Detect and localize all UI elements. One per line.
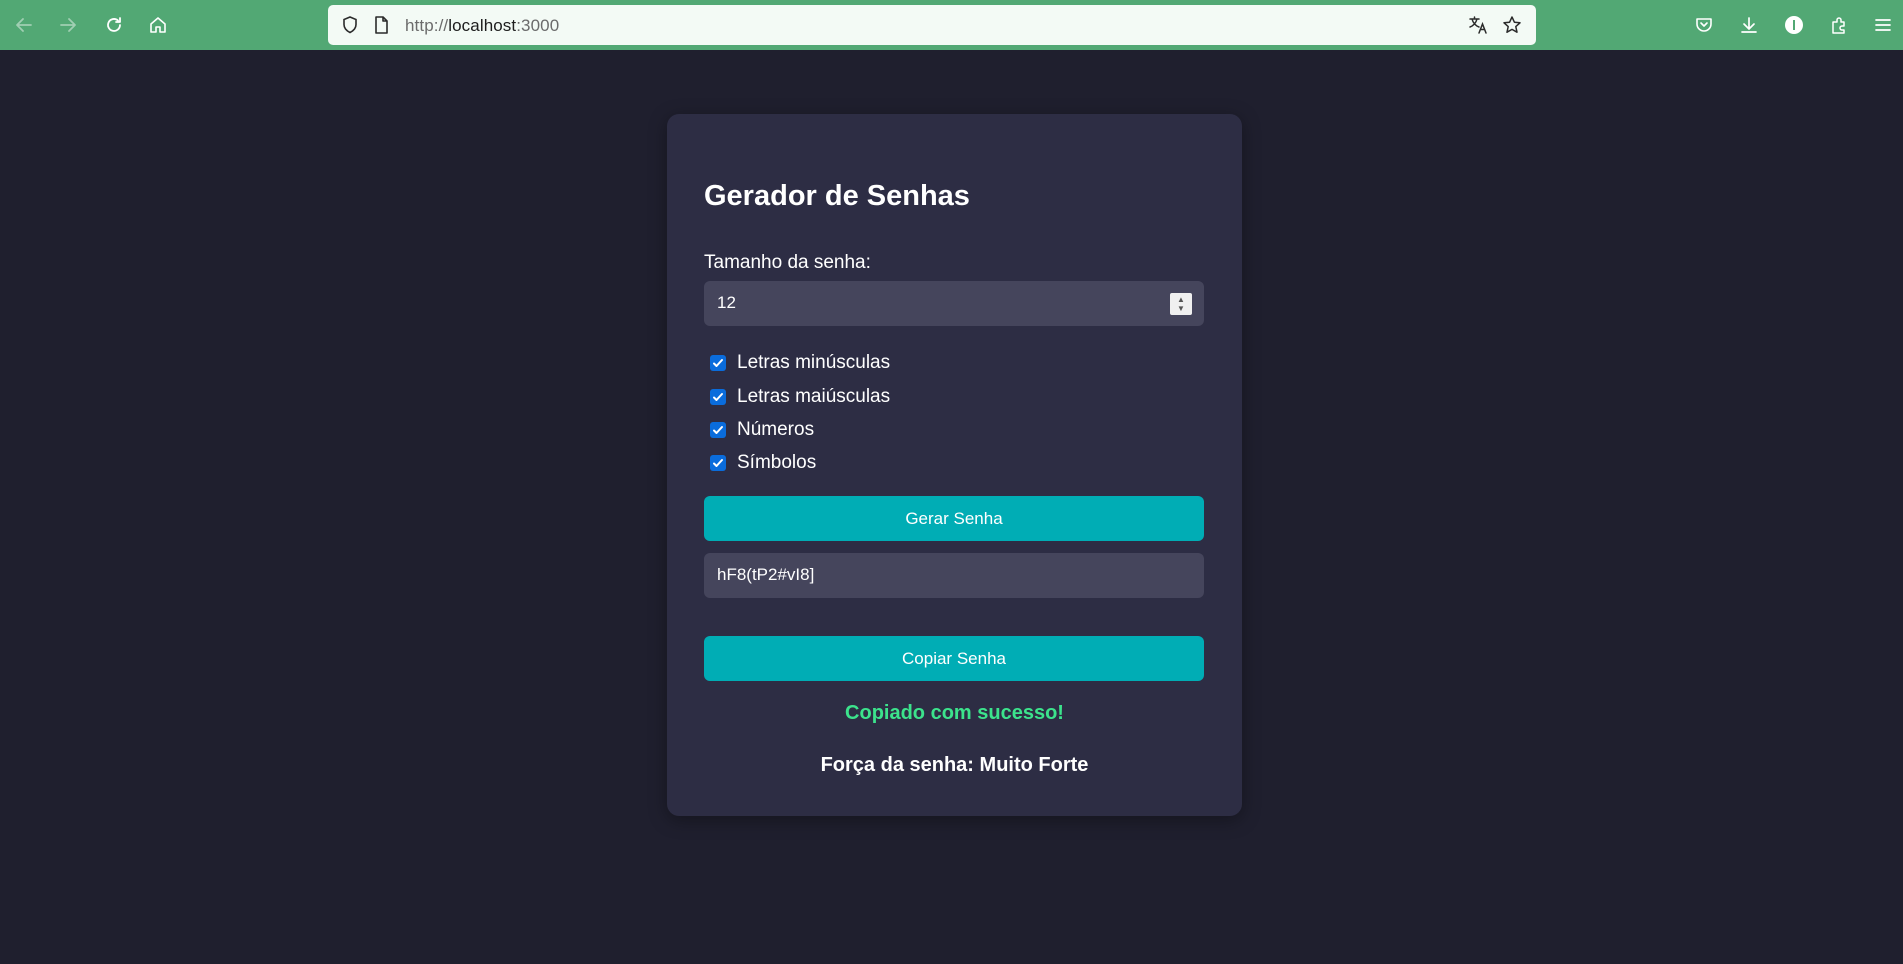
extensions-button[interactable] — [1823, 9, 1855, 41]
copy-status-message: Copiado com sucesso! — [845, 702, 1064, 724]
length-input[interactable]: 12 ▲ ▼ — [704, 281, 1204, 326]
home-icon — [150, 17, 166, 33]
option-symbols[interactable]: Símbolos — [710, 451, 816, 475]
check-icon — [713, 393, 723, 401]
option-label: Números — [737, 419, 815, 440]
check-icon — [713, 426, 723, 434]
pocket-button[interactable] — [1688, 9, 1720, 41]
password-output-field[interactable]: hF8(tP2#vI8] — [704, 553, 1204, 598]
star-icon[interactable] — [1502, 15, 1522, 35]
page-content: Gerador de Senhas Tamanho da senha: 12 ▲… — [0, 50, 1903, 964]
menu-button[interactable] — [1867, 9, 1899, 41]
strength-label: Força da senha: — [820, 754, 974, 776]
option-lowercase[interactable]: Letras minúsculas — [710, 351, 890, 375]
url-host: localhost — [448, 16, 517, 35]
password-value: hF8(tP2#vI8] — [717, 565, 815, 584]
downloads-button[interactable] — [1733, 9, 1765, 41]
option-numbers[interactable]: Números — [710, 418, 814, 442]
arrow-left-icon — [16, 18, 32, 32]
page-icon[interactable] — [371, 15, 391, 35]
strength-value: Muito Forte — [979, 754, 1089, 776]
reload-button[interactable] — [98, 9, 130, 41]
password-strength: Força da senha: Muito Forte — [667, 754, 1242, 777]
url-prefix: http:// — [405, 16, 449, 35]
option-uppercase[interactable]: Letras maiúsculas — [710, 385, 890, 409]
checkbox-symbols[interactable] — [710, 455, 726, 471]
url-bar[interactable]: http://localhost:3000 — [328, 5, 1536, 45]
download-icon — [1741, 17, 1757, 33]
option-label: Letras maiúsculas — [737, 386, 891, 407]
url-port: :3000 — [516, 16, 560, 35]
arrow-right-icon — [60, 18, 76, 32]
length-label: Tamanho da senha: — [704, 252, 871, 273]
account-button[interactable] — [1778, 9, 1810, 41]
browser-toolbar: http://localhost:3000 — [0, 0, 1903, 50]
page-title: Gerador de Senhas — [704, 180, 970, 212]
forward-button[interactable] — [52, 9, 84, 41]
chevron-up-icon[interactable]: ▲ — [1177, 295, 1185, 304]
checkbox-numbers[interactable] — [710, 422, 726, 438]
pocket-icon — [1696, 18, 1712, 32]
length-stepper[interactable]: ▲ ▼ — [1170, 293, 1192, 315]
reload-icon — [107, 17, 121, 32]
translate-icon[interactable] — [1468, 15, 1488, 35]
extensions-icon — [1832, 17, 1845, 34]
check-icon — [713, 459, 723, 467]
shield-icon[interactable] — [340, 15, 360, 35]
checkbox-uppercase[interactable] — [710, 389, 726, 405]
account-icon — [1785, 16, 1803, 34]
back-button[interactable] — [8, 9, 40, 41]
generate-password-button[interactable]: Gerar Senha — [704, 496, 1204, 541]
copy-password-button[interactable]: Copiar Senha — [704, 636, 1204, 681]
hamburger-menu-icon — [1875, 19, 1891, 31]
option-label: Símbolos — [737, 452, 817, 473]
password-generator-card: Gerador de Senhas Tamanho da senha: 12 ▲… — [667, 114, 1242, 816]
home-button[interactable] — [142, 9, 174, 41]
url-text: http://localhost:3000 — [405, 16, 559, 36]
length-value: 12 — [717, 293, 736, 312]
option-label: Letras minúsculas — [737, 352, 891, 373]
checkbox-lowercase[interactable] — [710, 355, 726, 371]
check-icon — [713, 359, 723, 367]
chevron-down-icon[interactable]: ▼ — [1177, 304, 1185, 313]
